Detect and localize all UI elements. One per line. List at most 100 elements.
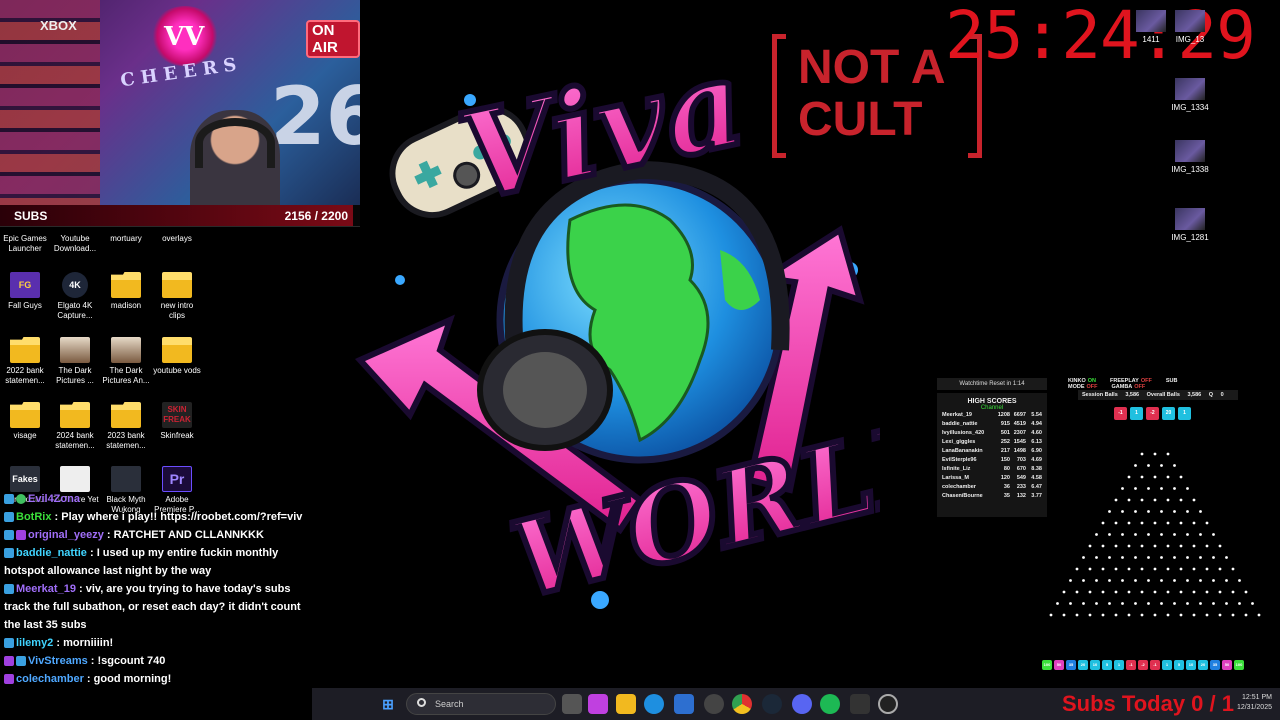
score-row: baddie_nattie 915 4519 4.94 — [937, 420, 1047, 429]
media-player-icon[interactable] — [878, 694, 898, 714]
desktop-icon-label: mortuary — [110, 234, 142, 243]
file-explorer-icon[interactable] — [616, 694, 636, 714]
plinko-peg — [1160, 556, 1163, 559]
desktop-icon[interactable]: SKIN FREAK Skinfreak — [152, 402, 202, 441]
desktop-image-icon[interactable]: IMG_1338 — [1162, 140, 1218, 174]
desktop-icon[interactable]: visage — [0, 402, 50, 441]
watchtime-reset: Watchtime Reset in 1:14 — [937, 378, 1047, 390]
score-row: ChaseníBourne 35 132 3.77 — [937, 492, 1047, 501]
desktop-icon[interactable]: madison — [101, 272, 151, 311]
plinko-peg — [1160, 533, 1163, 536]
desktop-image-icon[interactable]: IMG_1281 — [1162, 208, 1218, 242]
obs-icon[interactable] — [704, 694, 724, 714]
desktop-icon[interactable]: 2022 bank statemen... — [0, 337, 50, 386]
plinko-peg — [1134, 464, 1137, 467]
desktop-icon-label: visage — [13, 431, 37, 440]
desktop-icon[interactable]: FG Fall Guys — [0, 272, 50, 311]
score-name: colechamber — [942, 484, 976, 490]
desktop-icon[interactable]: Youtube Download... — [50, 234, 100, 254]
score-name: LanaBananakin — [942, 448, 983, 454]
plinko-peg — [1192, 567, 1196, 571]
desktop-icon-label: new intro clips — [160, 301, 194, 320]
plinko-peg — [1166, 567, 1170, 571]
desktop-icon[interactable]: 4K Elgato 4K Capture... — [50, 272, 100, 321]
score-row: Meerkat_19 1208 6697 5.54 — [937, 411, 1047, 420]
terminal-icon[interactable] — [850, 694, 870, 714]
plinko-peg — [1218, 544, 1222, 548]
plinko-peg — [1192, 498, 1196, 502]
paranormal-icon: Fakes — [10, 466, 40, 492]
spotify-icon[interactable] — [820, 694, 840, 714]
session-balls-value: 3,586 — [1125, 392, 1140, 398]
score-c: 5.54 — [1031, 412, 1042, 418]
plinko-peg — [1108, 556, 1111, 559]
desktop-icon[interactable]: Epic Games Launcher — [0, 234, 50, 254]
plinko-slot: 20 — [1078, 660, 1088, 670]
score-name: Meerkat_19 — [942, 412, 972, 418]
plinko-peg — [1192, 590, 1196, 594]
windows-start-icon[interactable]: ⊞ — [378, 694, 398, 714]
folder-icon — [60, 402, 90, 428]
taskbar-search[interactable]: Search — [406, 693, 556, 715]
taskbar-clock[interactable]: 12:51 PM 12/31/2025 — [1237, 693, 1272, 713]
desktop-icon[interactable]: The Dark Pictures An... — [101, 337, 151, 386]
plinko-slot: -1 — [1126, 660, 1136, 670]
edge-icon[interactable] — [644, 694, 664, 714]
plinko-slot: 100 — [1234, 660, 1244, 670]
task-view-icon[interactable] — [562, 694, 582, 714]
desktop-icon[interactable]: 2024 bank statemen... — [50, 402, 100, 451]
chrome-icon[interactable] — [732, 694, 752, 714]
score-a: 1208 — [997, 412, 1010, 418]
plinko-peg — [1251, 602, 1254, 605]
plinko-peg — [1147, 533, 1150, 536]
plinko-peg — [1212, 556, 1215, 559]
steam-icon[interactable] — [762, 694, 782, 714]
plinko-peg — [1153, 544, 1157, 548]
plinko-peg — [1127, 498, 1131, 502]
score-b: 233 — [1016, 484, 1026, 490]
session-balls-label: Session Balls — [1082, 392, 1118, 398]
chat-message: baddie_nattie : I used up my entire fuck… — [4, 547, 279, 577]
plinko-peg — [1166, 613, 1170, 617]
desktop-icon-label: Epic Games Launcher — [3, 234, 47, 253]
chat-username: colechamber — [16, 673, 84, 685]
copilot-icon[interactable] — [588, 694, 608, 714]
score-row: EvilSterple96 150 703 4.69 — [937, 456, 1047, 465]
desktop-icon-label: The Dark Pictures ... — [56, 366, 94, 385]
desktop-icon-label: madison — [110, 301, 142, 310]
desktop-icon[interactable]: mortuary — [101, 234, 151, 244]
plinko-peg — [1199, 556, 1202, 559]
desktop-icon-label: Skinfreak — [160, 431, 194, 440]
desktop-image-icon[interactable]: IMG_1334 — [1162, 78, 1218, 112]
chat-badge-icon — [4, 638, 14, 649]
chat-username: Evil4Zona — [28, 493, 80, 505]
chat-message: BotRix : Play where i play!! https://roo… — [0, 508, 310, 526]
plinko-peg — [1153, 452, 1157, 456]
score-a: 252 — [1000, 439, 1010, 445]
desktop-icon[interactable]: 2023 bank statemen... — [101, 402, 151, 451]
plinko-peg — [1095, 602, 1098, 605]
session-stats: Session Balls 3,586 Overall Balls 3,586 … — [1078, 390, 1238, 400]
score-b: 2307 — [1013, 430, 1026, 436]
desktop-image-icon[interactable]: IMG_13 — [1162, 10, 1218, 44]
discord-icon[interactable] — [792, 694, 812, 714]
folder-icon — [111, 402, 141, 428]
chat-badge-icon — [16, 494, 26, 505]
wukong-icon — [111, 466, 141, 492]
plinko-peg — [1205, 613, 1209, 617]
desktop-icon[interactable]: youtube vods — [152, 337, 202, 376]
chat-text: Play where i play!! https://roobet.com/?… — [61, 511, 303, 523]
plinko-peg — [1153, 567, 1157, 571]
desktop-icon[interactable]: The Dark Pictures ... — [50, 337, 100, 386]
desktop-icon[interactable]: overlays — [152, 234, 202, 244]
plinko-slot: -1 — [1114, 407, 1127, 420]
store-icon[interactable] — [674, 694, 694, 714]
score-a: 217 — [1000, 448, 1010, 454]
desktop-icon[interactable]: new intro clips — [152, 272, 202, 321]
score-c: 6.13 — [1031, 439, 1042, 445]
score-name: ChaseníBourne — [942, 493, 983, 499]
chat-username: lilemy2 — [16, 637, 54, 649]
plinko-slot: 1 — [1162, 660, 1172, 670]
plinko-peg — [1127, 521, 1131, 525]
plinko-peg — [1062, 590, 1066, 594]
